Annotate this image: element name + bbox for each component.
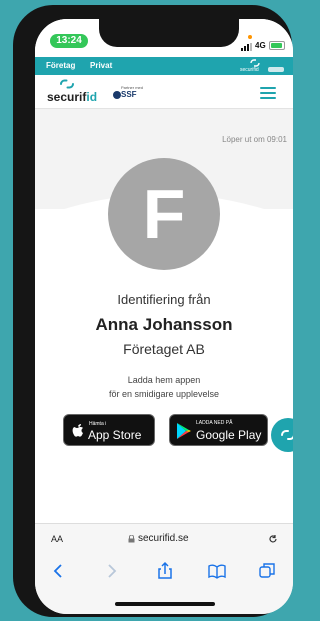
link-icon <box>250 59 260 67</box>
partner-name: SSF <box>121 90 137 99</box>
home-indicator <box>115 602 215 606</box>
download-line-1: Ladda hem appen <box>127 375 201 385</box>
bookmarks-icon[interactable] <box>207 561 227 581</box>
partner-logo: Partner med SSF <box>113 85 151 103</box>
mini-badge <box>268 67 284 72</box>
securifid-logo-icon[interactable] <box>59 78 75 90</box>
link-icon <box>281 430 293 440</box>
ssf-logo-icon <box>113 91 121 99</box>
battery-icon <box>269 41 285 50</box>
identification-heading: Identifiering från <box>117 292 211 307</box>
logo-suffix: id <box>86 90 98 104</box>
privacy-indicator-icon <box>248 35 252 39</box>
logo-prefix: securif <box>47 90 87 104</box>
browser-address-bar[interactable]: AA securifid.se <box>35 523 293 553</box>
notch <box>99 19 239 47</box>
app-store-label: App Store <box>88 428 142 442</box>
forward-icon[interactable] <box>101 561 121 581</box>
reload-icon[interactable] <box>268 534 278 544</box>
mini-logo: securifid <box>240 59 288 73</box>
status-bar: 13:24 4G <box>35 19 293 57</box>
expiry-timer: Löper ut om 09:01 <box>222 135 287 144</box>
site-logo[interactable]: securifid <box>47 90 97 104</box>
apple-icon <box>72 424 83 437</box>
avatar: F <box>108 158 220 270</box>
google-play-icon <box>177 423 191 439</box>
google-play-label: Google Play <box>196 428 262 442</box>
status-time: 13:24 <box>50 34 88 48</box>
download-line-2: för en smidigare upplevelse <box>108 389 220 399</box>
share-icon[interactable] <box>155 561 175 581</box>
url-text: securifid.se <box>138 533 189 544</box>
app-store-button[interactable]: Hämta i App Store <box>63 414 155 446</box>
google-play-small: LADDA NED PÅ <box>196 420 233 426</box>
signal-icon <box>241 43 253 51</box>
menu-icon[interactable] <box>260 87 276 99</box>
site-header: securifid Partner med SSF <box>35 75 293 109</box>
tab-privat[interactable]: Privat <box>90 57 112 75</box>
lock-icon <box>128 535 135 543</box>
app-store-small: Hämta i <box>89 421 107 427</box>
text-size-button[interactable]: AA <box>51 534 63 544</box>
browser-toolbar <box>35 553 293 614</box>
screen: 13:24 4G Företag Privat securifid securi… <box>35 19 293 614</box>
person-name: Anna Johansson <box>95 315 233 334</box>
tab-foretag[interactable]: Företag <box>46 57 75 75</box>
back-icon[interactable] <box>49 561 69 581</box>
network-type: 4G <box>255 41 266 50</box>
mini-logo-text: securifid <box>240 67 259 73</box>
top-nav: Företag Privat securifid <box>35 57 293 75</box>
tabs-icon[interactable] <box>257 561 277 581</box>
company-name: Företaget AB <box>123 341 205 357</box>
google-play-button[interactable]: LADDA NED PÅ Google Play <box>169 414 268 446</box>
phone-frame: 13:24 4G Företag Privat securifid securi… <box>13 5 293 617</box>
